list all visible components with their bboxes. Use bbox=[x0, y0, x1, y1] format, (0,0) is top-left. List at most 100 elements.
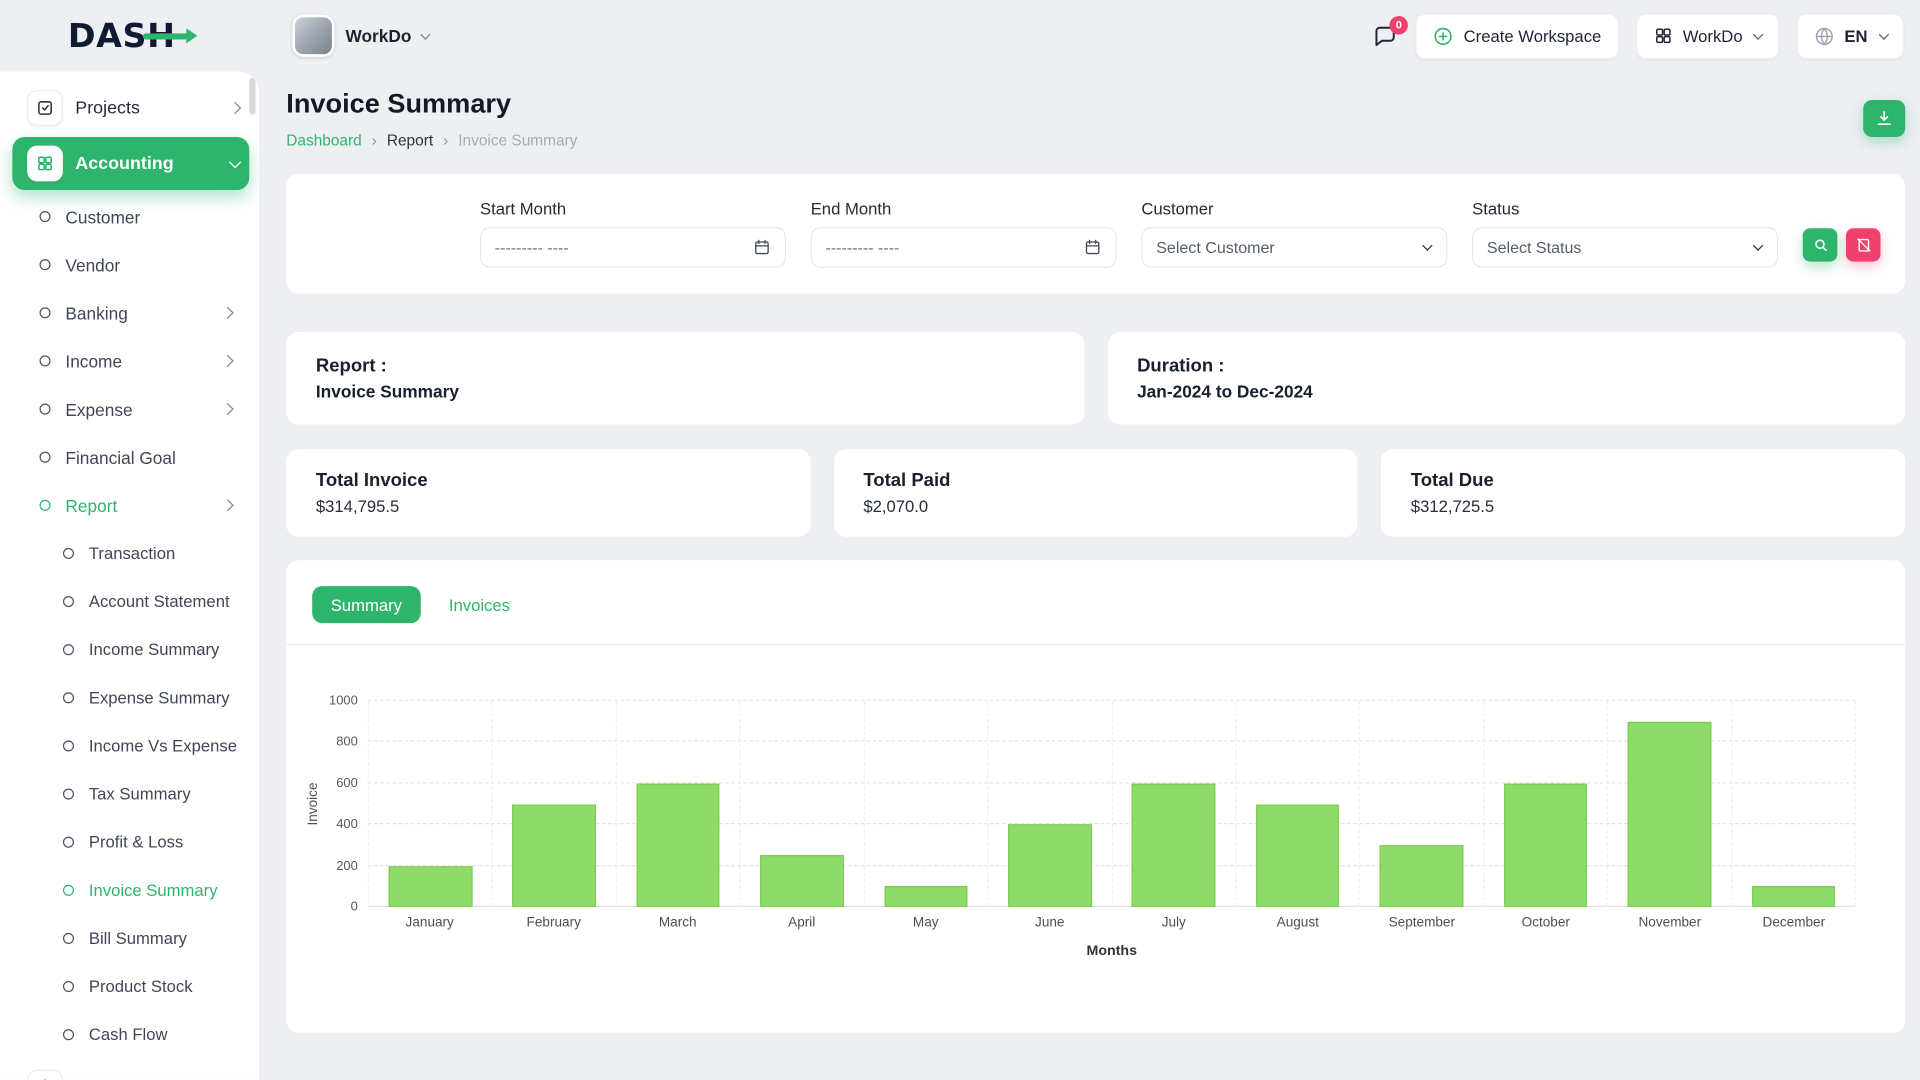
total-label: Total Due bbox=[1411, 470, 1876, 491]
sidebar-item-income-vs-expense[interactable]: Income Vs Expense bbox=[0, 722, 259, 770]
end-month-input[interactable]: --------- ---- bbox=[811, 227, 1117, 268]
sidebar-item-vendor[interactable]: Vendor bbox=[0, 241, 259, 289]
x-axis-spacer bbox=[304, 916, 368, 931]
sidebar-item-hrm[interactable]: HRM bbox=[12, 1061, 249, 1080]
workspace-avatar bbox=[292, 15, 334, 57]
workspace-switcher[interactable]: WorkDo bbox=[292, 15, 429, 57]
bar-march[interactable] bbox=[636, 783, 719, 907]
sidebar-item-income[interactable]: Income bbox=[0, 337, 259, 385]
sidebar-item-projects[interactable]: Projects bbox=[12, 81, 249, 134]
sidebar-item-cash-flow[interactable]: Cash Flow bbox=[0, 1011, 259, 1059]
bullet-icon bbox=[63, 788, 74, 799]
breadcrumb-item-report[interactable]: Report bbox=[387, 131, 433, 148]
x-tick-label: April bbox=[740, 916, 864, 931]
bar-december[interactable] bbox=[1752, 886, 1835, 907]
bullet-icon bbox=[63, 644, 74, 655]
app-switcher-button[interactable]: WorkDo bbox=[1636, 13, 1779, 59]
customer-selected-value: Select Customer bbox=[1156, 238, 1275, 257]
reset-button[interactable] bbox=[1846, 228, 1881, 261]
duration-card-label: Duration : bbox=[1137, 355, 1876, 376]
bar-september[interactable] bbox=[1380, 845, 1463, 907]
notification-badge: 0 bbox=[1390, 15, 1409, 34]
sidebar-item-label: Banking bbox=[65, 303, 127, 323]
x-tick-label: December bbox=[1732, 916, 1856, 931]
sidebar-scrollbar[interactable] bbox=[249, 78, 255, 115]
sidebar-item-product-stock[interactable]: Product Stock bbox=[0, 962, 259, 1010]
totals-row: Total Invoice $314,795.5 Total Paid$2,070.… bbox=[286, 449, 1905, 537]
bar-slot bbox=[989, 701, 1113, 907]
create-workspace-button[interactable]: Create Workspace bbox=[1416, 13, 1619, 59]
x-tick-label: February bbox=[492, 916, 616, 931]
bullet-icon bbox=[63, 933, 74, 944]
bar-june[interactable] bbox=[1008, 825, 1091, 907]
customer-label: Customer bbox=[1141, 200, 1447, 219]
tab-invoices[interactable]: Invoices bbox=[430, 586, 528, 623]
end-month-field: End Month --------- ---- bbox=[811, 200, 1117, 268]
total-value: $2,070.0 bbox=[863, 497, 1328, 516]
messages-button[interactable]: 0 bbox=[1372, 23, 1398, 49]
search-button[interactable] bbox=[1803, 228, 1838, 261]
sidebar-item-expense[interactable]: Expense bbox=[0, 385, 259, 433]
sidebar-item-customer[interactable]: Customer bbox=[0, 192, 259, 240]
sidebar-item-profit-loss[interactable]: Profit & Loss bbox=[0, 818, 259, 866]
sidebar-item-report[interactable]: Report bbox=[0, 481, 259, 529]
total-label: Total Invoice bbox=[316, 470, 781, 491]
y-tick-label: 200 bbox=[336, 858, 358, 873]
chevron-right-icon bbox=[222, 499, 234, 511]
chevron-right-icon: › bbox=[443, 131, 448, 150]
chart-x-axis: JanuaryFebruaryMarchAprilMayJuneJulyAugu… bbox=[368, 916, 1856, 931]
sidebar-item-tax-summary[interactable]: Tax Summary bbox=[0, 770, 259, 818]
sidebar-item-transaction[interactable]: Transaction bbox=[0, 529, 259, 577]
sidebar-item-expense-summary[interactable]: Expense Summary bbox=[0, 674, 259, 722]
sidebar-item-income-summary[interactable]: Income Summary bbox=[0, 626, 259, 674]
total-value: $314,795.5 bbox=[316, 497, 781, 516]
sidebar-item-label: Account Statement bbox=[89, 592, 230, 611]
y-tick-label: 800 bbox=[336, 735, 358, 750]
report-card-value: Invoice Summary bbox=[316, 381, 1055, 401]
x-tick-label: May bbox=[864, 916, 988, 931]
topbar: WorkDo 0 Create Workspace bbox=[259, 0, 1920, 72]
bullet-icon bbox=[39, 307, 50, 318]
breadcrumb-item-dashboard[interactable]: Dashboard bbox=[286, 131, 361, 148]
download-button[interactable] bbox=[1863, 100, 1905, 137]
sidebar-item-label: Product Stock bbox=[89, 977, 193, 996]
sidebar-item-account-statement[interactable]: Account Statement bbox=[0, 577, 259, 625]
x-tick-label: September bbox=[1360, 916, 1484, 931]
tab-summary[interactable]: Summary bbox=[312, 586, 420, 623]
invoice-chart: Invoice 02004006008001000 JanuaryFebruar… bbox=[286, 645, 1905, 958]
sidebar-item-banking[interactable]: Banking bbox=[0, 289, 259, 337]
total-card-total-paid: Total Paid$2,070.0 bbox=[834, 449, 1358, 537]
bar-november[interactable] bbox=[1628, 721, 1711, 906]
bar-february[interactable] bbox=[512, 804, 595, 907]
sidebar-item-bill-summary[interactable]: Bill Summary bbox=[0, 914, 259, 962]
bar-january[interactable] bbox=[389, 866, 472, 907]
sidebar-item-invoice-summary[interactable]: Invoice Summary bbox=[0, 866, 259, 914]
bar-slot bbox=[1236, 701, 1360, 907]
chevron-right-icon bbox=[229, 102, 241, 114]
customer-select[interactable]: Select Customer bbox=[1141, 227, 1447, 268]
app-logo[interactable]: DASH bbox=[68, 17, 176, 55]
bar-april[interactable] bbox=[760, 855, 843, 907]
bar-august[interactable] bbox=[1256, 804, 1339, 907]
accounting-icon bbox=[27, 146, 63, 182]
chart-plot bbox=[368, 701, 1856, 907]
start-month-input[interactable]: --------- ---- bbox=[480, 227, 786, 268]
topbar-actions: 0 Create Workspace WorkDo bbox=[1372, 13, 1904, 59]
bar-may[interactable] bbox=[884, 886, 967, 907]
y-axis-title: Invoice bbox=[304, 701, 324, 907]
sidebar-item-accounting[interactable]: Accounting bbox=[12, 137, 249, 190]
bar-october[interactable] bbox=[1504, 783, 1587, 907]
sidebar-item-label: Profit & Loss bbox=[89, 833, 183, 852]
bar-july[interactable] bbox=[1132, 783, 1215, 907]
sidebar-item-financial-goal[interactable]: Financial Goal bbox=[0, 433, 259, 481]
status-select[interactable]: Select Status bbox=[1472, 227, 1778, 268]
sidebar: Projects Accounting CustomerVendor Bankin… bbox=[0, 72, 259, 1080]
sidebar-item-label: Cash Flow bbox=[89, 1025, 168, 1044]
language-label: EN bbox=[1844, 27, 1867, 46]
bullet-icon bbox=[63, 981, 74, 992]
status-selected-value: Select Status bbox=[1487, 238, 1582, 257]
bullet-icon bbox=[39, 355, 50, 366]
page-head: Invoice Summary Dashboard›Report›Invoice… bbox=[286, 88, 1905, 150]
sidebar-item-label: Expense bbox=[65, 399, 132, 419]
language-button[interactable]: EN bbox=[1796, 13, 1904, 59]
